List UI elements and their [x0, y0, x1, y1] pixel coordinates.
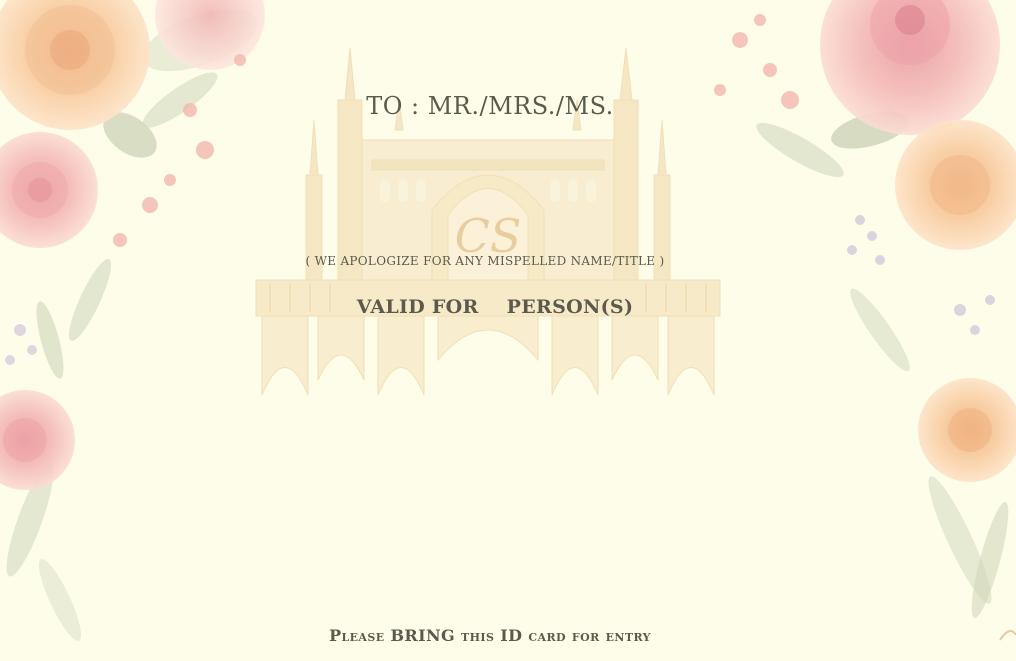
persons-label: PERSON(S)	[506, 296, 634, 318]
floral-left-bottom	[0, 390, 82, 642]
invitation-card: CS TO : MR./MRS./MS. ( WE APOLOGIZE FOR …	[0, 0, 1016, 661]
floral-top-right	[714, 0, 1016, 372]
bring-id-notice: Please BRING this ID card for entry	[329, 626, 651, 645]
floral-top-left	[0, 0, 265, 379]
guest-name-label: TO : MR./MRS./MS.	[366, 92, 614, 120]
valid-for-line: VALID FOR PERSON(S)	[330, 296, 660, 318]
valid-for-label: VALID FOR	[356, 296, 479, 318]
floral-right-bottom	[918, 378, 1016, 641]
apology-note: ( WE APOLOGIZE FOR ANY MISPELLED NAME/TI…	[305, 254, 665, 268]
